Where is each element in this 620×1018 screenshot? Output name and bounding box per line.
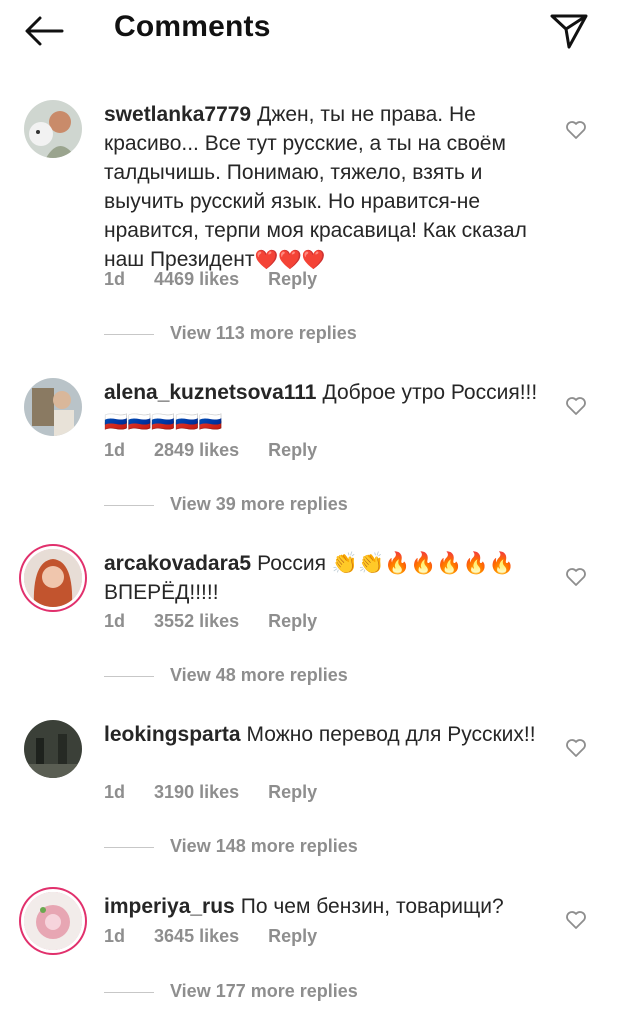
comment-body: Доброе утро Россия!!! xyxy=(322,381,538,404)
comment-body: Джен, ты не права. Не красиво... Все тут… xyxy=(104,103,527,271)
comment-body: По чем бензин, товарищи? xyxy=(240,895,504,918)
top-bar: Comments xyxy=(0,0,620,64)
avatar[interactable] xyxy=(24,100,82,158)
avatar[interactable] xyxy=(24,720,82,778)
arrow-left-icon[interactable] xyxy=(22,14,66,48)
view-replies-label: View 148 more replies xyxy=(170,836,358,856)
timestamp: 1d xyxy=(104,269,126,289)
view-replies-button[interactable]: View 113 more replies xyxy=(104,323,357,344)
avatar[interactable] xyxy=(24,892,82,950)
comment-text: imperiya_rus По чем бензин, товарищи? xyxy=(104,892,544,921)
reply-button[interactable]: Reply xyxy=(268,269,317,289)
likes-count[interactable]: 3552 likes xyxy=(154,611,239,631)
view-replies-label: View 39 more replies xyxy=(170,494,348,514)
view-replies-button[interactable]: View 148 more replies xyxy=(104,836,358,857)
reply-button[interactable]: Reply xyxy=(268,440,317,460)
divider-line xyxy=(104,504,154,506)
comment-text: arcakovadara5 Россия 👏👏🔥🔥🔥🔥🔥 ВПЕРЁД!!!!! xyxy=(104,549,544,607)
likes-count[interactable]: 3645 likes xyxy=(154,926,239,946)
comment-meta: 1d 3552 likes Reply xyxy=(104,611,341,632)
divider-line xyxy=(104,675,154,677)
divider-line xyxy=(104,991,154,993)
comment-body: Можно перевод для Русских!! xyxy=(246,723,536,746)
comment-text: leokingsparta Можно перевод для Русских!! xyxy=(104,720,544,749)
comment-meta: 1d 4469 likes Reply xyxy=(104,269,341,290)
reply-button[interactable]: Reply xyxy=(268,926,317,946)
timestamp: 1d xyxy=(104,611,126,631)
view-replies-label: View 113 more replies xyxy=(170,323,357,343)
likes-count[interactable]: 2849 likes xyxy=(154,440,239,460)
view-replies-label: View 177 more replies xyxy=(170,981,358,1001)
view-replies-label: View 48 more replies xyxy=(170,665,348,685)
view-replies-button[interactable]: View 39 more replies xyxy=(104,494,348,515)
comment-text: alena_kuznetsova111 Доброе утро Россия!!!… xyxy=(104,378,544,437)
heart-icon[interactable] xyxy=(565,567,587,587)
username[interactable]: alena_kuznetsova111 xyxy=(104,381,316,404)
username[interactable]: arcakovadara5 xyxy=(104,552,251,575)
username[interactable]: leokingsparta xyxy=(104,723,241,746)
timestamp: 1d xyxy=(104,782,126,802)
heart-icon[interactable] xyxy=(565,120,587,140)
likes-count[interactable]: 4469 likes xyxy=(154,269,239,289)
divider-line xyxy=(104,846,154,848)
username[interactable]: imperiya_rus xyxy=(104,895,235,918)
timestamp: 1d xyxy=(104,926,126,946)
comment-meta: 1d 2849 likes Reply xyxy=(104,440,341,461)
view-replies-button[interactable]: View 177 more replies xyxy=(104,981,358,1002)
comment-text: swetlanka7779 Джен, ты не права. Не краси… xyxy=(104,100,544,275)
likes-count[interactable]: 3190 likes xyxy=(154,782,239,802)
view-replies-button[interactable]: View 48 more replies xyxy=(104,665,348,686)
timestamp: 1d xyxy=(104,440,126,460)
hearts-emoji: ❤️❤️❤️ xyxy=(254,250,326,271)
reply-button[interactable]: Reply xyxy=(268,611,317,631)
avatar[interactable] xyxy=(24,549,82,607)
heart-icon[interactable] xyxy=(565,738,587,758)
paper-plane-icon[interactable] xyxy=(548,10,590,52)
heart-icon[interactable] xyxy=(565,396,587,416)
username[interactable]: swetlanka7779 xyxy=(104,103,251,126)
flag-emoji: 🇷🇺🇷🇺🇷🇺🇷🇺🇷🇺 xyxy=(104,412,223,433)
heart-icon[interactable] xyxy=(565,910,587,930)
page-title: Comments xyxy=(114,10,271,43)
reply-button[interactable]: Reply xyxy=(268,782,317,802)
comment-meta: 1d 3645 likes Reply xyxy=(104,926,341,947)
avatar[interactable] xyxy=(24,378,82,436)
comment-meta: 1d 3190 likes Reply xyxy=(104,782,341,803)
divider-line xyxy=(104,333,154,335)
